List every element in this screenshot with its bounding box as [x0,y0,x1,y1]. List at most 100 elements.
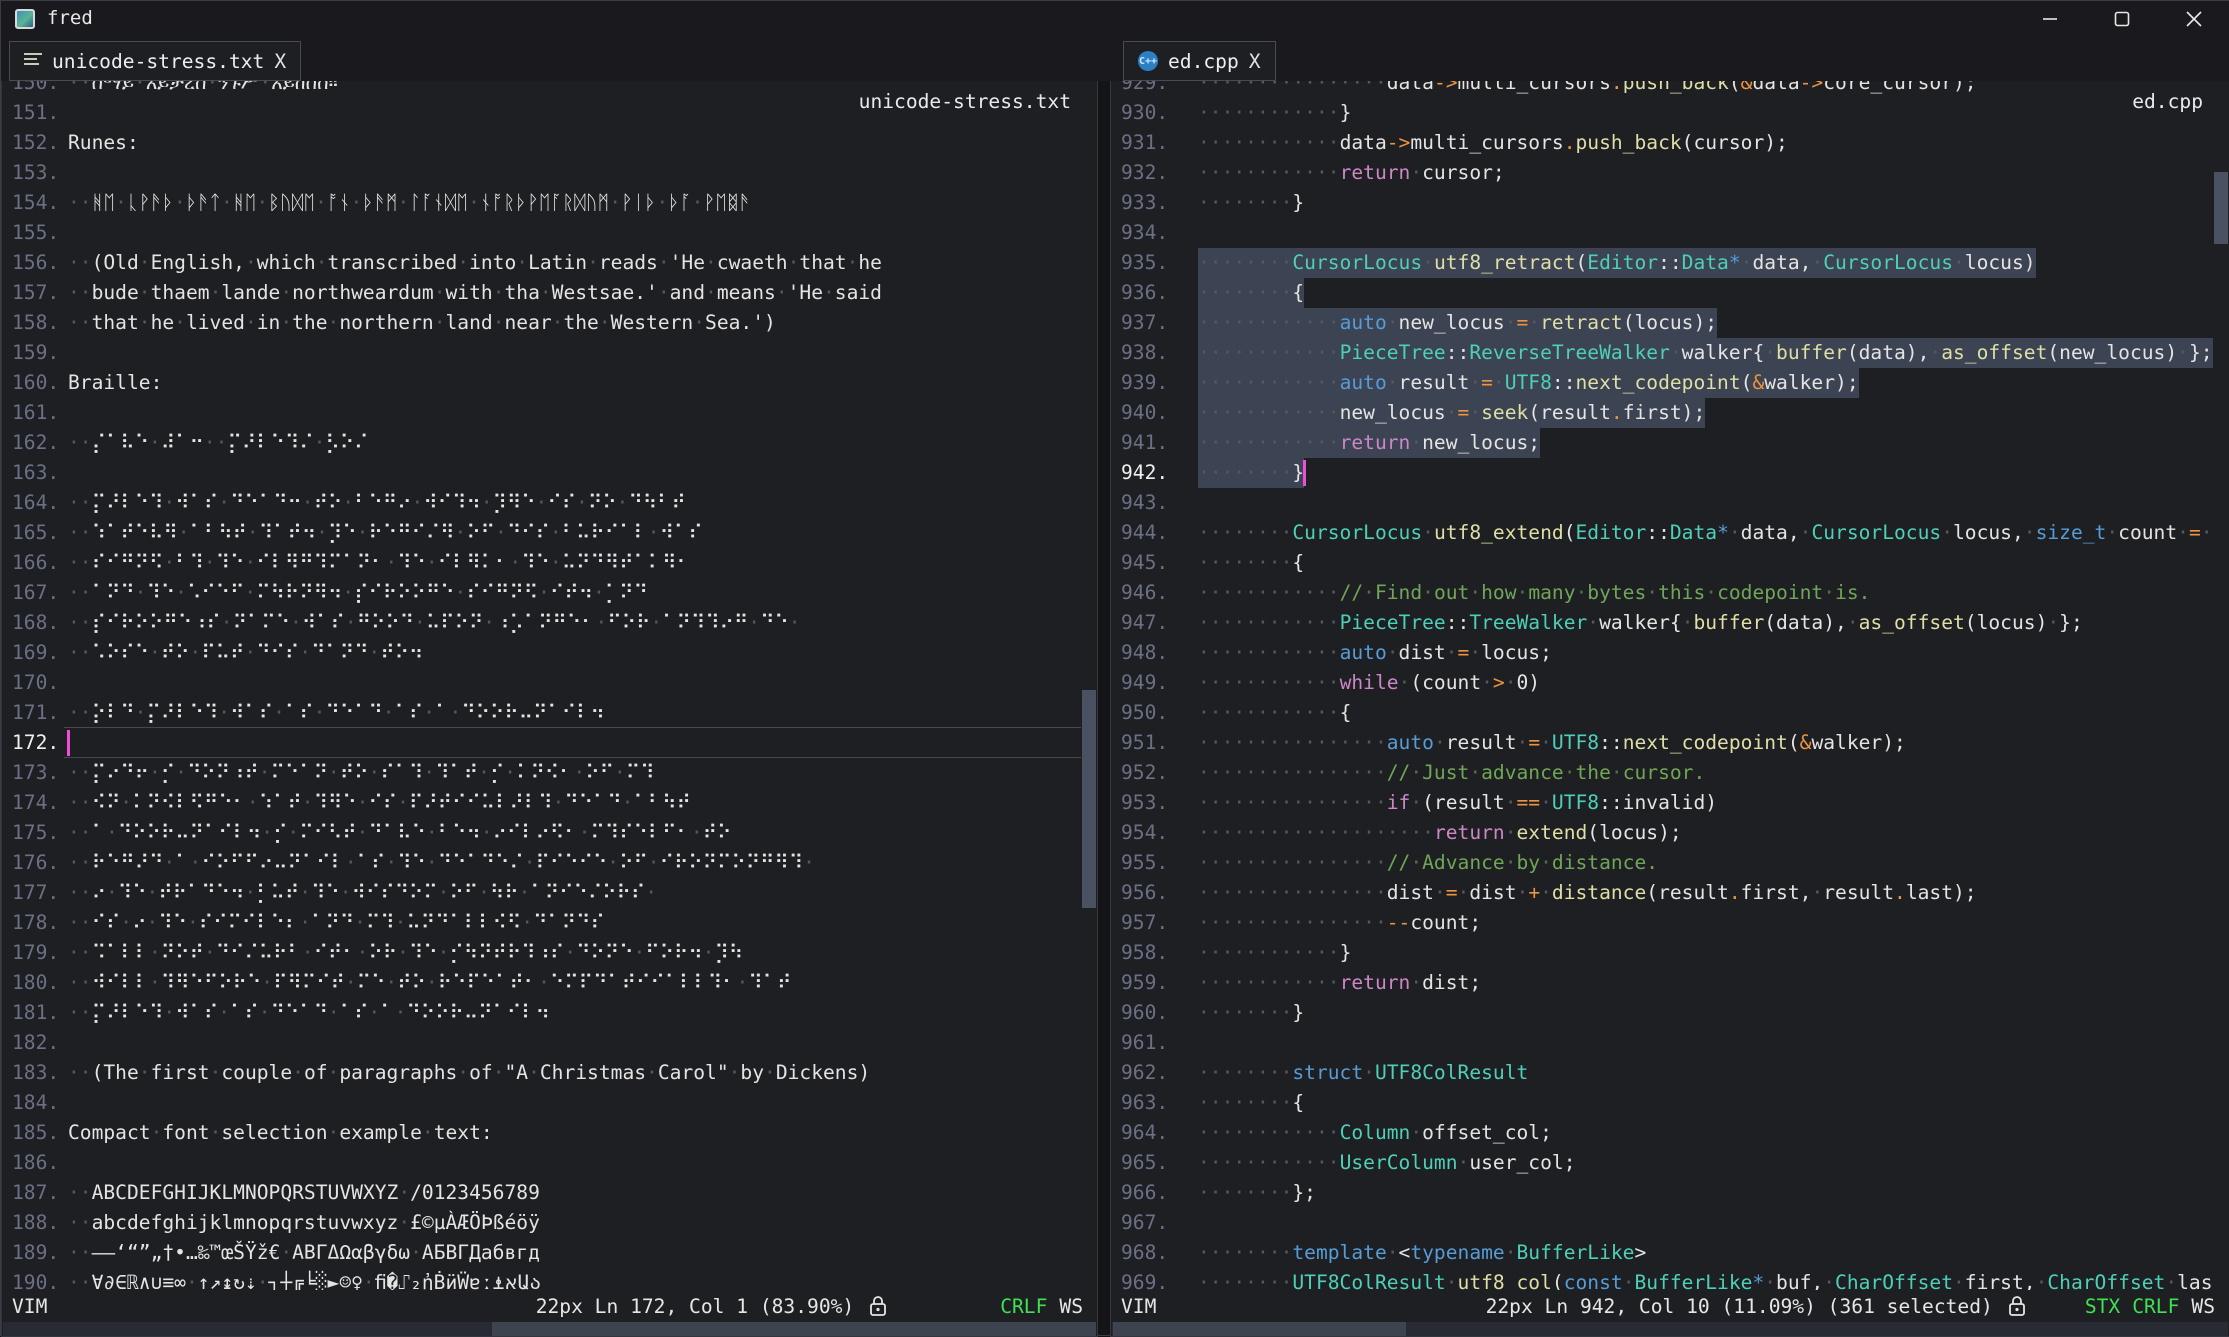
code-line[interactable]: 961. [1111,1028,2213,1058]
tab-unicode-stress[interactable]: unicode-stress.txt X [9,41,301,81]
code-line[interactable]: 161. [2,398,1081,428]
code-line[interactable]: 962.········struct·UTF8ColResult [1111,1058,2213,1088]
code-line[interactable]: 183.··(The·first·couple·of·paragraphs·of… [2,1058,1081,1088]
code-line[interactable]: 932.············return·cursor; [1111,158,2213,188]
code-line[interactable]: 934. [1111,218,2213,248]
tab-ed-cpp[interactable]: C++ ed.cpp X [1123,41,1276,81]
tab-close-icon[interactable]: X [274,50,286,73]
code-line[interactable]: 186. [2,1148,1081,1178]
code-line[interactable]: 189.··–—‘“”„†•…‰™œŠŸž€·ΑΒΓΔΩαβγδω·АБВГДа… [2,1238,1081,1268]
code-line[interactable]: 966.········}; [1111,1178,2213,1208]
code-line[interactable]: 943. [1111,488,2213,518]
code-line[interactable]: 955.················//·Advance·by·distan… [1111,848,2213,878]
code-line[interactable]: 190.··∀∂∈ℝ∧∪≡∞·↑↗↨↻⇣·┐┼╔╘░►☺♀·ﬁ�⑀₂ἠḂӥẄɐː… [2,1268,1081,1290]
code-line[interactable]: 950.············{ [1111,698,2213,728]
code-line[interactable]: 946.············//·Find·out·how·many·byt… [1111,578,2213,608]
horizontal-scrollbar-thumb[interactable] [1113,1322,1406,1336]
code-line[interactable]: 954.····················return·extend(lo… [1111,818,2213,848]
code-line[interactable]: 180.··⠺⠊⠇⠇·⠹⠻⠑⠋⠕⠗⠑·⠏⠻⠍⠊⠞·⠍⠑·⠞⠕·⠗⠑⠏⠑⠁⠞⠂·⠑… [2,968,1081,998]
line-number: 945. [1111,548,1167,578]
code-line[interactable]: 963.········{ [1111,1088,2213,1118]
code-line[interactable]: 179.··⠩⠁⠇⠇·⠝⠕⠞·⠙⠊⠌⠥⠗⠃·⠊⠞⠂·⠕⠗·⠹⠑·⡊⠳⠝⠞⠗⠹⠰⠎… [2,938,1081,968]
code-line[interactable]: 188.··abcdefghijklmnopqrstuvwxyz·£©µÀÆÖÞ… [2,1208,1081,1238]
code-line[interactable]: 938.············PieceTree::ReverseTreeWa… [1111,338,2213,368]
code-line[interactable]: 153. [2,158,1081,188]
code-line[interactable]: 952.················//·Just·advance·the·… [1111,758,2213,788]
tab-close-icon[interactable]: X [1249,50,1261,73]
code-line[interactable]: 937.············auto·new_locus·=·retract… [1111,308,2213,338]
code-line[interactable]: 173.··⡍⠔⠙⠖·⡊·⠙⠕⠝⠰⠞·⠍⠑⠁⠝·⠞⠕·⠎⠁⠹·⠹⠁⠞·⡊·⠅⠝⠪… [2,758,1081,788]
code-line[interactable]: 174.··⠪⠝·⠅⠝⠪⠇⠫⠛⠑⠂·⠱⠁⠞·⠹⠻⠑·⠊⠎·⠏⠜⠞⠊⠊⠥⠇⠜⠇⠹·… [2,788,1081,818]
horizontal-scrollbar[interactable] [3,1322,1096,1336]
code-line[interactable]: 182. [2,1028,1081,1058]
code-line[interactable]: 948.············auto·dist·=·locus; [1111,638,2213,668]
line-number: 170. [2,668,58,698]
code-line[interactable]: 164.··⡍⠜⠇⠑⠹·⠺⠁⠎·⠙⠑⠁⠙⠒·⠞⠕·⠃⠑⠛⠔·⠺⠊⠹⠲·⡹⠻⠑·⠊… [2,488,1081,518]
code-line[interactable]: 947.············PieceTree::TreeWalker·wa… [1111,608,2213,638]
code-line[interactable]: 936.········{ [1111,278,2213,308]
code-line[interactable]: 939.············auto·result·=·UTF8::next… [1111,368,2213,398]
code-line[interactable]: 156.··(Old·English,·which·transcribed·in… [2,248,1081,278]
code-line[interactable]: 968.········template·<typename·BufferLik… [1111,1238,2213,1268]
line-number: 166. [2,548,58,578]
code-line[interactable]: 167.··⠁⠝⠙·⠹⠑·⠡⠊⠑⠋·⠍⠳⠗⠝⠻⠲·⡎⠊⠗⠕⠕⠛⠑·⠎⠊⠛⠝⠫·⠊… [2,578,1081,608]
code-line[interactable]: 931.············data->multi_cursors.push… [1111,128,2213,158]
code-line[interactable]: 965.············UserColumn·user_col; [1111,1148,2213,1178]
code-area[interactable]: 150.··ሰማይ·አይታረስ·ንጉሥ·አይከሰስ።151.152.Runes:… [2,38,1097,1290]
code-line[interactable]: 155. [2,218,1081,248]
line-number: 937. [1111,308,1167,338]
code-line[interactable]: 940.············new_locus·=·seek(result.… [1111,398,2213,428]
code-line[interactable]: 958.············} [1111,938,2213,968]
code-line[interactable]: 154.··ᚻᛖ·ᚳᚹᚫᚦ·ᚦᚫᛏ·ᚻᛖ·ᛒᚢᛞᛖ·ᚩᚾ·ᚦᚫᛗ·ᛚᚪᚾᛞᛖ·ᚾ… [2,188,1081,218]
close-button[interactable] [2158,1,2229,37]
code-line[interactable]: 178.··⠊⠎·⠔·⠹⠑·⠎⠊⠍⠊⠇⠑⠆·⠁⠝⠙·⠍⠹·⠥⠝⠙⠁⠇⠇⠪⠫·⠙⠁… [2,908,1081,938]
code-line[interactable]: 951.················auto·result·=·UTF8::… [1111,728,2213,758]
code-line[interactable]: 175.··⠁·⠙⠕⠕⠗⠤⠝⠁⠊⠇⠲·⡊·⠍⠊⠣⠞·⠙⠁⠧⠑·⠃⠑⠲·⠔⠊⠇⠔⠫… [2,818,1081,848]
code-line[interactable]: 166.··⠎⠊⠛⠝⠫·⠃⠹·⠹⠑·⠊⠇⠻⠛⠹⠍⠁⠝⠂·⠹⠑·⠊⠇⠻⠅⠂·⠹⠑·… [2,548,1081,578]
code-line[interactable]: 159. [2,338,1081,368]
code-line[interactable]: 957.················--count; [1111,908,2213,938]
code-line[interactable]: 969.········UTF8ColResult·utf8_col(const… [1111,1268,2213,1290]
horizontal-scrollbar[interactable] [1112,1322,2228,1336]
code-line[interactable]: 945.········{ [1111,548,2213,578]
code-line[interactable]: 162.··⡌⠁⠧⠑·⠼⠁⠒··⡍⠜⠇⠑⠹⠌·⡣⠕⠌ [2,428,1081,458]
code-line[interactable]: 170. [2,668,1081,698]
maximize-button[interactable] [2086,1,2158,37]
code-line[interactable]: 959.············return·dist; [1111,968,2213,998]
line-number: 958. [1111,938,1167,968]
code-area[interactable]: 929.················data->multi_cursors.… [1111,38,2229,1290]
code-line[interactable]: 953.················if·(result·==·UTF8::… [1111,788,2213,818]
code-line[interactable]: 941.············return·new_locus; [1111,428,2213,458]
code-line[interactable]: 165.··⠱⠁⠞⠑⠧⠻·⠁⠃⠳⠞·⠹⠁⠞⠲·⡹⠑·⠗⠑⠛⠊⠌⠻·⠕⠋·⠙⠊⠎·… [2,518,1081,548]
code-line[interactable]: 942.········} [1111,458,2213,488]
vertical-scrollbar-thumb[interactable] [1082,690,1096,908]
code-line[interactable]: 163. [2,458,1081,488]
minimize-button[interactable] [2014,1,2086,37]
code-line[interactable]: 960.········} [1111,998,2213,1028]
code-line[interactable]: 152.Runes: [2,128,1081,158]
line-number: 168. [2,608,58,638]
code-line[interactable]: 177.··⠔·⠹⠑·⠞⠗⠁⠙⠑⠲·⡃⠥⠞·⠹⠑·⠺⠊⠎⠙⠕⠍·⠕⠋·⠳⠗·⠁⠝… [2,878,1081,908]
code-line[interactable]: 185.Compact·font·selection·example·text: [2,1118,1081,1148]
code-line[interactable]: 184. [2,1088,1081,1118]
code-line[interactable]: 169.··⠡⠕⠎⠑·⠞⠕·⠏⠥⠞·⠙⠊⠎·⠙⠁⠝⠙·⠞⠕⠲ [2,638,1081,668]
code-line[interactable]: 171.··⡕⠇⠙·⡍⠜⠇⠑⠹·⠺⠁⠎·⠁⠎·⠙⠑⠁⠙·⠁⠎·⠁·⠙⠕⠕⠗⠤⠝⠁… [2,698,1081,728]
code-line[interactable]: 168.··⡎⠊⠗⠕⠕⠛⠑⠰⠎·⠝⠁⠍⠑·⠺⠁⠎·⠛⠕⠕⠙·⠥⠏⠕⠝·⠰⡡⠁⠝⠛… [2,608,1081,638]
code-line[interactable]: 160.Braille: [2,368,1081,398]
vertical-scrollbar-thumb[interactable] [2214,172,2228,244]
code-line[interactable]: 935.········CursorLocus·utf8_retract(Edi… [1111,248,2213,278]
horizontal-scrollbar-thumb[interactable] [492,1322,1096,1336]
code-line[interactable]: 967. [1111,1208,2213,1238]
code-line[interactable]: 933.········} [1111,188,2213,218]
code-line[interactable]: 158.··that·he·lived·in·the·northern·land… [2,308,1081,338]
code-line[interactable]: 949.············while·(count·>·0) [1111,668,2213,698]
code-line[interactable]: 187.··ABCDEFGHIJKLMNOPQRSTUVWXYZ·/012345… [2,1178,1081,1208]
code-line[interactable]: 157.··bude·thaem·lande·northweardum·with… [2,278,1081,308]
code-line[interactable]: 964.············Column·offset_col; [1111,1118,2213,1148]
code-line[interactable]: 181.··⡍⠜⠇⠑⠹·⠺⠁⠎·⠁⠎·⠙⠑⠁⠙·⠁⠎·⠁·⠙⠕⠕⠗⠤⠝⠁⠊⠇⠲ [2,998,1081,1028]
code-line[interactable]: 930.············} [1111,98,2213,128]
app-icon [15,9,35,29]
code-line[interactable]: 944.········CursorLocus·utf8_extend(Edit… [1111,518,2213,548]
code-line[interactable]: 176.··⠗⠑⠛⠜⠙·⠁·⠊⠕⠋⠋⠔⠤⠝⠁⠊⠇·⠁⠎·⠹⠑·⠙⠑⠁⠙⠑⠌·⠏⠊… [2,848,1081,878]
code-line[interactable]: 956.················dist·=·dist·+·distan… [1111,878,2213,908]
